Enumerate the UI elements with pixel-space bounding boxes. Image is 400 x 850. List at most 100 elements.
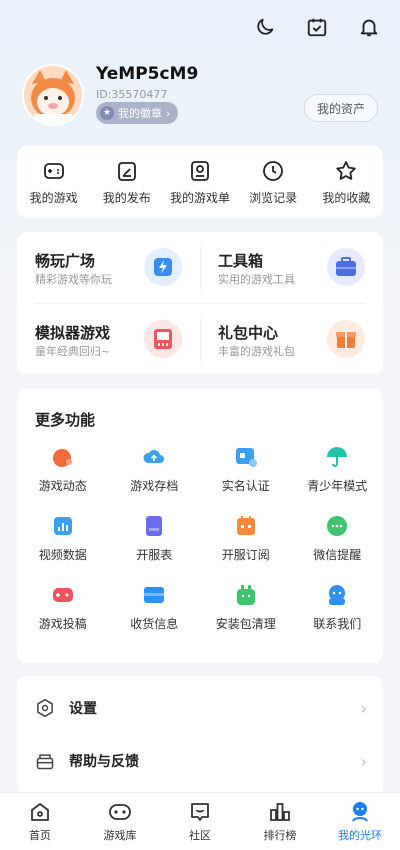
quick-item-history[interactable]: 浏览记录	[239, 159, 307, 206]
game-library-icon	[109, 804, 131, 820]
game-submit-icon	[51, 583, 75, 607]
game-list-icon	[191, 160, 209, 181]
featured-emulator-games[interactable]: 模拟器游戏 童年经典回归~	[17, 304, 200, 374]
more-features-card: 更多功能 游戏动态 游戏存档 实名认证 青少年模式 视频数据 开服表 开服订阅	[17, 389, 383, 663]
my-badge-button[interactable]: ★ 我的徽章 ›	[96, 102, 179, 124]
feature-label: 开服订阅	[221, 548, 270, 562]
feature-label: 青少年模式	[307, 479, 368, 493]
features-grid: 游戏动态 游戏存档 实名认证 青少年模式 视频数据 开服表 开服订阅 微信提醒	[17, 445, 383, 632]
avatar[interactable]	[22, 64, 84, 126]
moon-icon[interactable]	[252, 14, 278, 40]
umbrella-icon	[325, 445, 349, 469]
feature-shipping-info[interactable]: 收货信息	[109, 583, 201, 632]
feature-label: 联系我们	[313, 617, 362, 631]
emulator-icon	[144, 320, 182, 358]
feature-wechat-reminder[interactable]: 微信提醒	[292, 514, 384, 563]
featured-subtitle: 精彩游戏等你玩	[35, 273, 112, 286]
id-card-icon	[234, 445, 258, 469]
quick-item-label: 我的收藏	[322, 190, 371, 205]
feature-label: 游戏存档	[130, 479, 179, 493]
featured-subtitle: 童年经典回归~	[35, 345, 111, 358]
feature-label: 安装包清理	[215, 617, 276, 631]
feature-server-subscribe[interactable]: 开服订阅	[200, 514, 292, 563]
quick-item-my-posts[interactable]: 我的发布	[93, 159, 161, 206]
settings-label: 设置	[69, 701, 97, 717]
feature-real-name-auth[interactable]: 实名认证	[200, 445, 292, 494]
tab-label: 排行榜	[263, 829, 297, 842]
settings-icon	[37, 698, 53, 718]
chevron-right-icon: ›	[360, 751, 367, 771]
subscribe-icon	[234, 514, 258, 538]
profile-header: YeMP5cM9 ID:35570477 ★ 我的徽章 › 我的资产	[22, 64, 382, 134]
video-data-icon	[51, 514, 75, 538]
lightning-icon	[144, 248, 182, 286]
feature-label: 视频数据	[38, 548, 87, 562]
feature-game-dynamics[interactable]: 游戏动态	[17, 445, 109, 494]
feature-server-schedule[interactable]: 开服表	[109, 514, 201, 563]
feature-label: 游戏投稿	[38, 617, 87, 631]
feature-label: 收货信息	[130, 617, 179, 631]
quick-item-label: 我的发布	[102, 190, 151, 205]
clock-icon	[263, 160, 284, 181]
quick-actions-card: 我的游戏 我的发布 我的游戏单 浏览记录 我的收藏	[17, 146, 383, 218]
server-table-icon	[142, 514, 166, 538]
quick-item-my-game-list[interactable]: 我的游戏单	[166, 159, 234, 206]
featured-subtitle: 丰富的游戏礼包	[218, 345, 295, 358]
feature-game-saves[interactable]: 游戏存档	[109, 445, 201, 494]
address-icon	[142, 583, 166, 607]
ranking-icon	[270, 803, 290, 821]
tab-home[interactable]: 首页	[5, 800, 75, 843]
gift-icon	[327, 320, 365, 358]
star-icon	[336, 160, 357, 180]
quick-item-label: 我的游戏单	[169, 190, 230, 205]
cloud-upload-icon	[142, 445, 166, 469]
badge-star-icon: ★	[100, 106, 114, 120]
tab-game-library[interactable]: 游戏库	[85, 800, 155, 843]
username: YeMP5cM9	[96, 64, 199, 84]
quick-item-favorites[interactable]: 我的收藏	[312, 159, 380, 206]
community-icon	[191, 803, 209, 821]
home-icon	[31, 803, 49, 821]
settings-row[interactable]: 设置 ›	[17, 683, 383, 733]
featured-toolbox[interactable]: 工具箱 实用的游戏工具	[200, 232, 383, 302]
bottom-tab-bar: 首页 游戏库 社区 排行榜 我的光环	[0, 792, 400, 850]
feature-label: 游戏动态	[38, 479, 87, 493]
tab-ranking[interactable]: 排行榜	[245, 800, 315, 843]
wechat-icon	[325, 514, 349, 538]
tab-my-profile[interactable]: 我的光环	[325, 800, 395, 843]
my-assets-button[interactable]: 我的资产	[303, 94, 378, 122]
dynamic-icon	[51, 445, 75, 469]
edit-icon	[117, 161, 136, 181]
quick-item-label: 我的游戏	[29, 190, 78, 205]
featured-subtitle: 实用的游戏工具	[218, 273, 295, 286]
chevron-right-icon: ›	[360, 698, 367, 718]
feature-contact-us[interactable]: 联系我们	[292, 583, 384, 632]
clean-icon	[234, 583, 258, 607]
toolbox-icon	[327, 248, 365, 286]
quick-item-label: 浏览记录	[249, 190, 298, 205]
chevron-right-icon: ›	[166, 106, 171, 120]
feature-label: 实名认证	[221, 479, 270, 493]
tab-label: 游戏库	[103, 829, 137, 842]
service-icon	[325, 583, 349, 607]
bell-icon[interactable]	[356, 14, 382, 40]
featured-play-square[interactable]: 畅玩广场 精彩游戏等你玩	[17, 232, 200, 302]
quick-item-my-games[interactable]: 我的游戏	[20, 159, 88, 206]
featured-title: 模拟器游戏	[35, 324, 111, 342]
tab-label: 社区	[189, 829, 211, 842]
help-feedback-row[interactable]: 帮助与反馈 ›	[17, 736, 383, 786]
help-icon	[36, 754, 54, 770]
calendar-check-icon[interactable]	[304, 14, 330, 40]
gamepad-icon	[43, 162, 64, 179]
feature-video-data[interactable]: 视频数据	[17, 514, 109, 563]
tab-community[interactable]: 社区	[165, 800, 235, 843]
tab-label: 我的光环	[338, 829, 382, 842]
featured-gift-center[interactable]: 礼包中心 丰富的游戏礼包	[200, 304, 383, 374]
feature-label: 微信提醒	[313, 548, 362, 562]
feature-teen-mode[interactable]: 青少年模式	[292, 445, 384, 494]
feature-game-submit[interactable]: 游戏投稿	[17, 583, 109, 632]
badge-label: 我的徽章	[118, 107, 162, 120]
user-id: ID:35570477	[96, 88, 168, 101]
featured-title: 工具箱	[218, 252, 264, 270]
feature-package-cleanup[interactable]: 安装包清理	[200, 583, 292, 632]
